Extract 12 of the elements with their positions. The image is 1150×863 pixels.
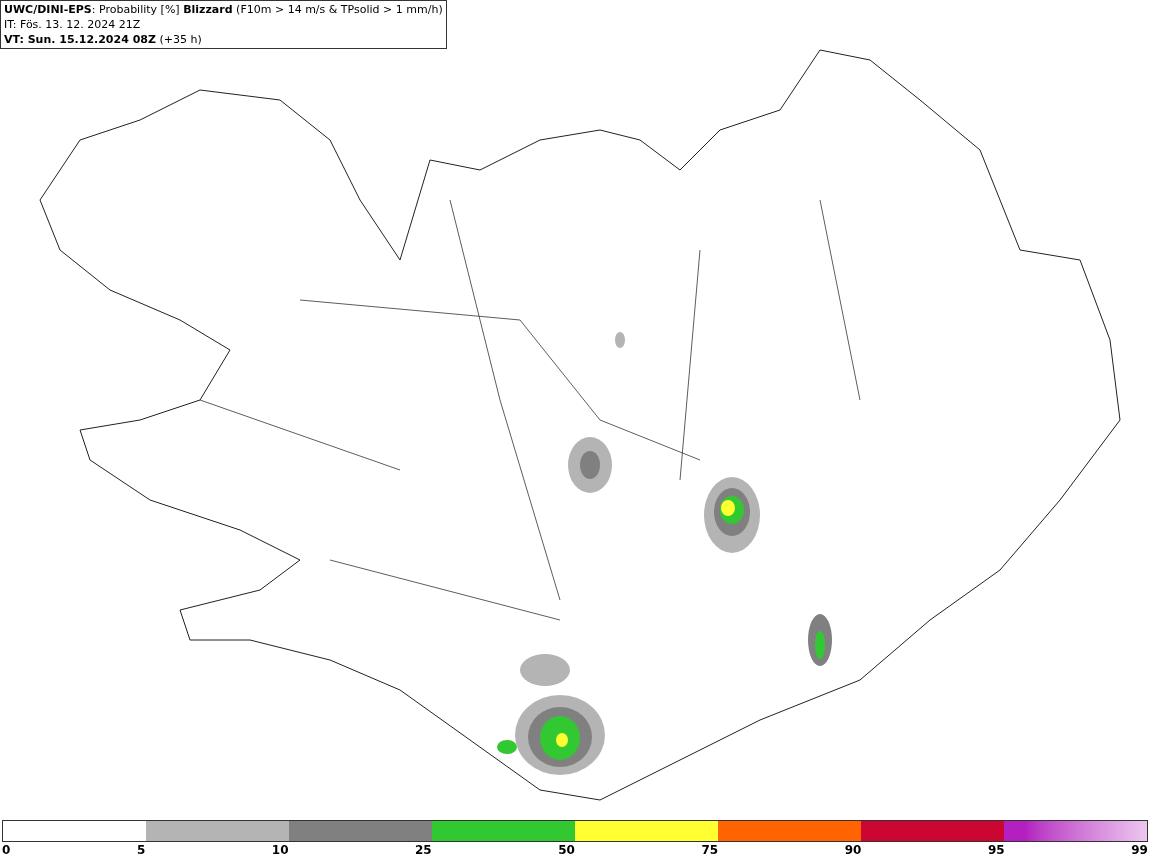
scale-label: 5 (136, 842, 146, 858)
scale-label: 75 (701, 842, 719, 858)
scale-label: 95 (987, 842, 1005, 858)
scale-label: 90 (844, 842, 862, 858)
scale-label: 0 (2, 842, 11, 858)
header-text: VT: Sun. 15.12.2024 08Z (+35 h) (4, 32, 203, 47)
scale-label: 10 (271, 842, 289, 858)
header-text: IT: Fös. 13. 12. 2024 21Z (4, 17, 142, 32)
header-text: UWC/DINI-EPS: Probability [%] Blizzard (F10m > 14 m/s & TPsolid > 1 mm/h) (4, 2, 443, 17)
scale-label: 50 (558, 842, 575, 858)
scale-label: 99 (1131, 842, 1148, 858)
scale-label: 25 (415, 842, 432, 858)
